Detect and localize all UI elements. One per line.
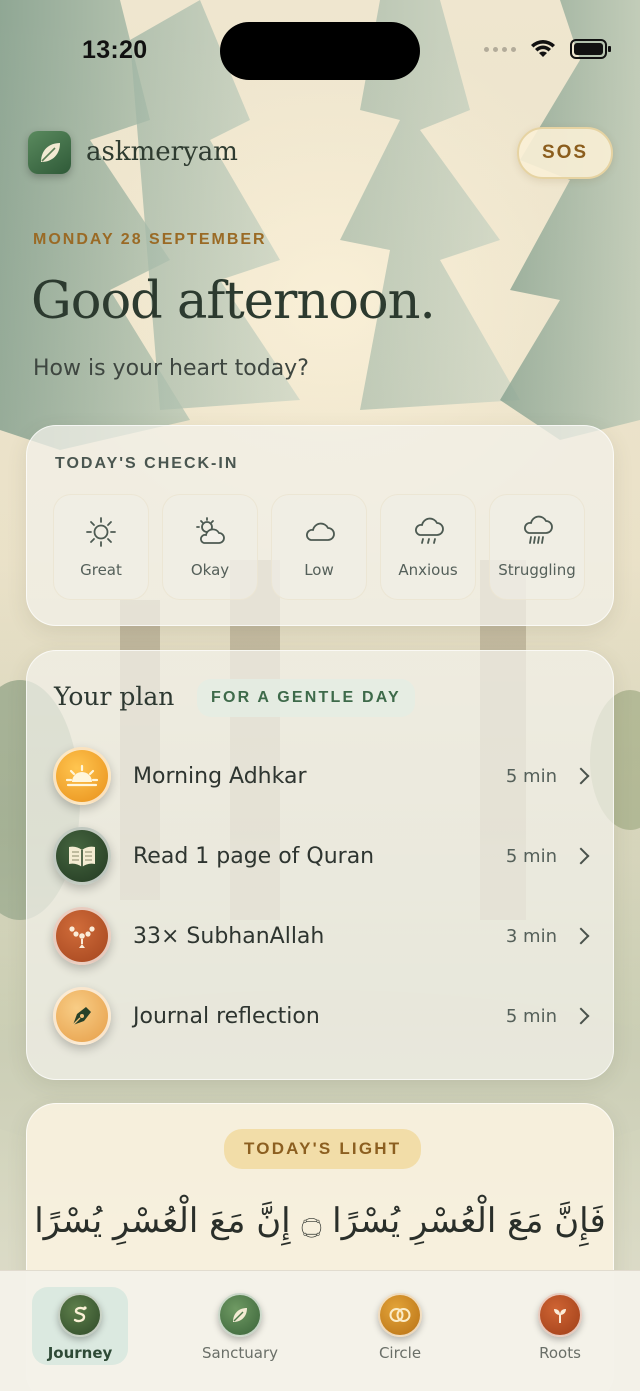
plan-item-icon: [53, 907, 111, 965]
plan-item-label: Morning Adhkar: [133, 763, 307, 789]
tab-label: Sanctuary: [201, 1344, 279, 1362]
mood-options: Great Okay Low Anxious Struggling: [53, 494, 585, 600]
sunrise-icon: [65, 764, 99, 787]
mood-okay[interactable]: Okay: [162, 494, 258, 600]
mood-label: Great: [80, 561, 122, 579]
app-logo[interactable]: [28, 131, 71, 174]
checkin-card: TODAY'S CHECK-IN Great Okay Low Anxious …: [26, 425, 614, 626]
rain-cloud-icon: [415, 517, 444, 544]
plan-item-time: 5 min: [505, 845, 557, 867]
mood-label: Struggling: [498, 561, 576, 579]
tab-label: Circle: [378, 1344, 422, 1362]
greeting-title: Good afternoon.: [31, 272, 436, 331]
plan-item-journal[interactable]: Journal reflection 5 min: [53, 985, 593, 1047]
plan-item-icon: [53, 827, 111, 885]
plan-item-time: 3 min: [505, 925, 557, 947]
tab-circle[interactable]: Circle: [352, 1287, 448, 1365]
chevron-right-icon: [572, 927, 590, 945]
dynamic-island: [220, 22, 420, 80]
prayer-beads-icon: [69, 926, 95, 948]
status-icons: [484, 38, 612, 60]
plan-card: Your plan FOR A GENTLE DAY Morning Adhka…: [26, 650, 614, 1080]
chevron-right-icon: [572, 1007, 590, 1025]
plan-badge: FOR A GENTLE DAY: [197, 679, 415, 717]
tab-roots[interactable]: Roots: [512, 1287, 608, 1365]
plan-item-icon: [53, 747, 111, 805]
plan-item-label: Journal reflection: [133, 1003, 320, 1029]
battery-icon: [570, 39, 611, 59]
partly-cloudy-icon: [196, 517, 225, 544]
wifi-icon: [531, 40, 555, 57]
mood-great[interactable]: Great: [53, 494, 149, 600]
plan-item-morning-adhkar[interactable]: Morning Adhkar 5 min: [53, 745, 593, 807]
plan-item-read-quran[interactable]: Read 1 page of Quran 5 min: [53, 825, 593, 887]
mood-label: Anxious: [398, 561, 458, 579]
greeting-subtitle: How is your heart today?: [33, 356, 309, 381]
mood-struggling[interactable]: Struggling: [489, 494, 585, 600]
mood-label: Okay: [190, 561, 230, 579]
brand-name: askmeryam: [86, 137, 238, 167]
sos-button[interactable]: SOS: [517, 127, 613, 179]
heavy-rain-icon: [524, 515, 553, 544]
tab-label: Roots: [539, 1344, 581, 1362]
todays-light-badge: TODAY'S LIGHT: [224, 1129, 422, 1169]
plan-item-time: 5 min: [505, 1005, 557, 1027]
sprout-icon: [538, 1293, 582, 1337]
tab-label: Journey: [47, 1344, 113, 1362]
tab-bar: Journey Sanctuary Circle Roots: [0, 1270, 640, 1391]
signal-icon: [484, 46, 516, 52]
cloud-icon: [306, 522, 335, 541]
checkin-title: TODAY'S CHECK-IN: [55, 455, 239, 472]
journey-icon: [58, 1293, 102, 1337]
sun-icon: [86, 517, 116, 547]
leaf-icon: [40, 142, 60, 162]
current-date: MONDAY 28 SEPTEMBER: [33, 231, 267, 248]
leaf-icon: [218, 1293, 262, 1337]
plan-item-time: 5 min: [505, 765, 557, 787]
chevron-right-icon: [572, 767, 590, 785]
chevron-right-icon: [572, 847, 590, 865]
plan-item-label: Read 1 page of Quran: [133, 843, 375, 869]
plan-title: Your plan: [54, 682, 175, 711]
plan-item-subhanallah[interactable]: 33× SubhanAllah 3 min: [53, 905, 593, 967]
quran-verse: فَإِنَّ مَعَ الْعُسْرِ يُسْرًا ۝ إِنَّ م…: [34, 1201, 606, 1241]
status-time: 13:20: [82, 36, 148, 64]
plan-item-icon: [53, 987, 111, 1045]
open-book-icon: [69, 846, 95, 867]
plan-item-label: 33× SubhanAllah: [133, 923, 325, 949]
mood-anxious[interactable]: Anxious: [380, 494, 476, 600]
mood-low[interactable]: Low: [271, 494, 367, 600]
tab-sanctuary[interactable]: Sanctuary: [192, 1287, 288, 1365]
rings-icon: [378, 1293, 422, 1337]
pen-nib-icon: [72, 1007, 91, 1026]
mood-label: Low: [304, 561, 334, 579]
tab-journey[interactable]: Journey: [32, 1287, 128, 1365]
